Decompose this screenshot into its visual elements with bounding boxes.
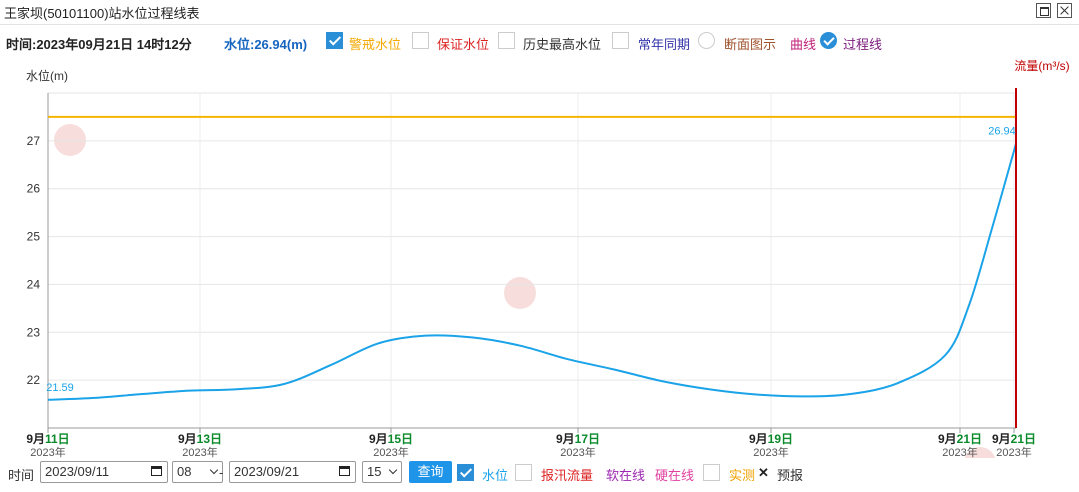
x-tick-day: 21日 xyxy=(1011,432,1036,446)
start-hour-value: 08 xyxy=(177,464,192,479)
interval-select[interactable]: 15 xyxy=(362,461,402,483)
section-view-label: 断面图示 xyxy=(724,37,777,52)
x-tick-day: 21日 xyxy=(957,432,982,446)
x-tick-year: 2023年 xyxy=(182,445,217,458)
y-tick-label: 27 xyxy=(27,134,41,148)
section-view-radio[interactable] xyxy=(698,32,715,49)
water-level-series-label: 水位 xyxy=(482,468,509,483)
start-hour-select[interactable]: 08 xyxy=(172,461,223,483)
measured-label: 实测 xyxy=(729,468,756,483)
hard-online-label[interactable]: 硬在线 xyxy=(655,465,694,484)
title-bar: 王家坝(50101100)站水位过程线表 xyxy=(0,0,1079,25)
process-line-label: 过程线 xyxy=(843,37,883,52)
logo-seal-icon xyxy=(54,124,86,156)
range-dash: - xyxy=(219,465,224,480)
data-label: 21.59 xyxy=(46,382,74,394)
x-tick-month: 9月 xyxy=(938,432,957,446)
guarantee-level-label: 保证水位 xyxy=(437,37,490,52)
x-tick-label: 9月21日 xyxy=(992,432,1036,446)
x-tick-year: 2023年 xyxy=(753,445,788,458)
chevron-down-icon xyxy=(209,465,219,475)
x-tick-label: 9月19日 xyxy=(749,432,793,446)
x-tick-month: 9月 xyxy=(749,432,768,446)
current-time-label: 时间:2023年09月21日 14时12分 xyxy=(6,37,192,52)
bottom-query-bar: 时间 2023/09/11 08 - 2023/09/21 15 查询 水位 报… xyxy=(0,458,1079,488)
y-tick-label: 23 xyxy=(27,325,41,339)
x-tick-day: 13日 xyxy=(197,432,222,446)
x-tick-label: 9月17日 xyxy=(556,432,600,446)
x-tick-month: 9月 xyxy=(992,432,1011,446)
end-date-value: 2023/09/21 xyxy=(234,464,300,479)
x-tick-year: 2023年 xyxy=(30,445,65,458)
historic-max-label: 历史最高水位 xyxy=(523,37,602,52)
start-date-input[interactable]: 2023/09/11 xyxy=(40,461,168,483)
y-tick-label: 22 xyxy=(27,373,41,387)
x-tick-label: 9月15日 xyxy=(369,432,413,446)
x-tick-month: 9月 xyxy=(556,432,575,446)
close-icon[interactable] xyxy=(1057,3,1072,18)
x-tick-year: 2023年 xyxy=(373,445,408,458)
y-tick-label: 24 xyxy=(27,277,41,291)
logo-seal-icon xyxy=(504,277,536,309)
y2-axis-title: 流量(m³/s) xyxy=(1014,59,1069,73)
maximize-icon[interactable] xyxy=(1036,3,1051,18)
same-period-label: 常年同期 xyxy=(638,37,691,52)
y-tick-label: 25 xyxy=(27,230,41,244)
x-tick-month: 9月 xyxy=(26,432,45,446)
forecast-toggle-icon[interactable]: ✕ xyxy=(758,465,769,481)
x-tick-year: 2023年 xyxy=(560,445,595,458)
y-tick-label: 26 xyxy=(27,182,41,196)
x-tick-day: 15日 xyxy=(388,432,413,446)
x-tick-year: 2023年 xyxy=(942,445,977,458)
x-tick-label: 9月21日 xyxy=(938,432,982,446)
warning-level-checkbox[interactable] xyxy=(326,32,343,49)
time-range-label: 时间 xyxy=(8,468,35,483)
x-tick-year: 2023年 xyxy=(996,445,1031,458)
start-date-value: 2023/09/11 xyxy=(45,464,110,479)
x-tick-day: 19日 xyxy=(768,432,793,446)
x-tick-day: 11日 xyxy=(45,432,70,446)
x-tick-month: 9月 xyxy=(178,432,197,446)
historic-max-checkbox[interactable] xyxy=(498,32,515,49)
water-level-checkbox[interactable] xyxy=(457,464,474,481)
forecast-label: 预报 xyxy=(777,468,804,483)
query-button[interactable]: 查询 xyxy=(409,461,452,483)
reported-flow-checkbox[interactable] xyxy=(515,464,532,481)
data-label: 26.94 xyxy=(988,126,1016,138)
current-water-level: 水位:26.94(m) xyxy=(224,37,308,52)
reported-flow-label: 报汛流量 xyxy=(541,468,594,483)
calendar-icon[interactable] xyxy=(151,466,162,476)
interval-value: 15 xyxy=(367,464,382,479)
same-period-checkbox[interactable] xyxy=(612,32,629,49)
water-level-chart: 水位(m)流量(m³/s)22232425262721.5926.949月11日… xyxy=(26,59,1070,458)
x-tick-label: 9月13日 xyxy=(178,432,222,446)
toolbar: 时间:2023年09月21日 14时12分 水位:26.94(m) 警戒水位 保… xyxy=(0,30,1079,54)
curve-label: 曲线 xyxy=(790,37,817,52)
guarantee-level-checkbox[interactable] xyxy=(412,32,429,49)
x-tick-label: 9月11日 xyxy=(26,432,69,446)
measured-checkbox[interactable] xyxy=(703,464,720,481)
warning-level-label: 警戒水位 xyxy=(349,37,402,52)
y-axis-title: 水位(m) xyxy=(26,68,68,83)
window-title: 王家坝(50101100)站水位过程线表 xyxy=(4,6,200,21)
calendar-icon[interactable] xyxy=(339,466,350,476)
x-tick-month: 9月 xyxy=(369,432,388,446)
chevron-down-icon xyxy=(388,465,398,475)
end-date-input[interactable]: 2023/09/21 xyxy=(229,461,356,483)
x-tick-day: 17日 xyxy=(575,432,600,446)
process-line-radio[interactable] xyxy=(820,32,837,49)
water-level-series-line xyxy=(47,143,1017,401)
watermark-logo xyxy=(54,124,996,458)
soft-online-label[interactable]: 软在线 xyxy=(606,465,645,484)
